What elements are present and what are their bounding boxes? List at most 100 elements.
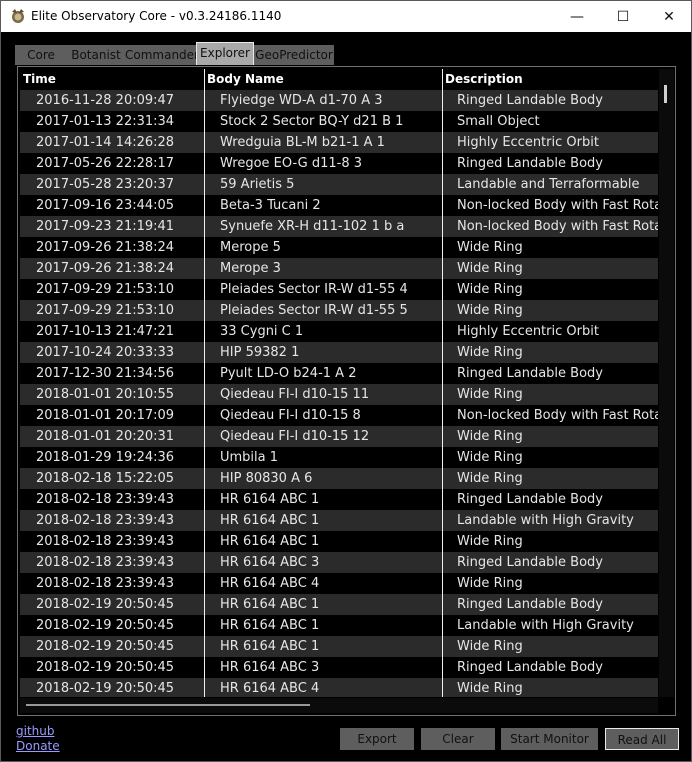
cell-description: Wide Ring (457, 681, 523, 696)
cell-description: Wide Ring (457, 240, 523, 255)
read-all-button[interactable]: Read All (605, 728, 679, 750)
table-row[interactable]: 2018-02-18 23:39:43 HR 6164 ABC 1 Ringed L… (20, 489, 658, 510)
table-row[interactable]: 2018-02-19 20:50:45 HR 6164 ABC 1 Wide Rin… (20, 636, 658, 657)
cell-time: 2018-02-19 20:50:45 (36, 639, 175, 654)
cell-body-name: Qiedeau FI-I d10-15 11 (220, 387, 370, 402)
tab-commander[interactable]: Commander (125, 45, 199, 65)
cell-description: Ringed Landable Body (457, 597, 603, 612)
tab-core[interactable]: Core (15, 45, 67, 65)
table-row[interactable]: 2018-02-19 20:50:45 HR 6164 ABC 1 Ringed L… (20, 594, 658, 615)
minimize-button[interactable]: — (554, 1, 600, 32)
cell-description: Highly Eccentric Orbit (457, 135, 599, 150)
column-header-time[interactable]: Time (20, 69, 204, 90)
column-header-body-name[interactable]: Body Name (204, 69, 442, 90)
cell-time: 2017-01-14 14:26:28 (36, 135, 175, 150)
minimize-icon: — (570, 8, 584, 25)
cell-body-name: HR 6164 ABC 1 (220, 534, 320, 549)
donate-link[interactable]: Donate (16, 739, 60, 753)
table-row[interactable]: 2017-05-26 22:28:17 Wregoe EO-G d11-8 3 Ri… (20, 153, 658, 174)
cell-description: Wide Ring (457, 303, 523, 318)
table-row[interactable]: 2018-01-01 20:10:55 Qiedeau FI-I d10-15 1… (20, 384, 658, 405)
tab-geopredictor[interactable]: GeoPredictor (254, 45, 334, 65)
table-row[interactable]: 2017-09-29 21:53:10 Pleiades Sector IR-W … (20, 279, 658, 300)
table-row[interactable]: 2018-01-01 20:20:31 Qiedeau FI-I d10-15 1… (20, 426, 658, 447)
cell-description: Ringed Landable Body (457, 555, 603, 570)
table-row[interactable]: 2017-01-14 14:26:28 Wredguia BL-M b21-1 A… (20, 132, 658, 153)
table-row[interactable]: 2017-12-30 21:34:56 Pyult LD-O b24-1 A 2 R… (20, 363, 658, 384)
cell-time: 2018-01-01 20:17:09 (36, 408, 175, 423)
column-divider (204, 69, 205, 697)
cell-body-name: Qiedeau FI-I d10-15 12 (220, 429, 370, 444)
cell-time: 2018-02-19 20:50:45 (36, 618, 175, 633)
table-row[interactable]: 2018-01-29 19:24:36 Umbila 1 Wide Ring (20, 447, 658, 468)
cell-description: Wide Ring (457, 639, 523, 654)
table-row[interactable]: 2017-09-16 23:44:05 Beta-3 Tucani 2 Non-lo… (20, 195, 658, 216)
cell-description: Landable and Terraformable (457, 177, 640, 192)
cell-time: 2017-05-26 22:28:17 (36, 156, 175, 171)
cell-body-name: HR 6164 ABC 1 (220, 618, 320, 633)
table-row[interactable]: 2016-11-28 20:09:47 Flyiedge WD-A d1-70 A… (20, 90, 658, 111)
findings-grid[interactable]: Time Body Name Description 2016-11-28 20… (20, 69, 658, 697)
table-row[interactable]: 2017-01-13 22:31:34 Stock 2 Sector BQ-Y d… (20, 111, 658, 132)
cell-time: 2017-09-23 21:19:41 (36, 219, 175, 234)
app-window: Elite Observatory Core - v0.3.24186.1140… (0, 0, 692, 762)
clear-button[interactable]: Clear (421, 728, 495, 750)
maximize-button[interactable]: ☐ (600, 1, 646, 32)
horizontal-scrollbar[interactable] (20, 698, 658, 713)
title-bar[interactable]: Elite Observatory Core - v0.3.24186.1140… (1, 1, 691, 32)
table-row[interactable]: 2018-02-18 23:39:43 HR 6164 ABC 1 Wide Rin… (20, 531, 658, 552)
table-row[interactable]: 2018-02-18 23:39:43 HR 6164 ABC 1 Landable… (20, 510, 658, 531)
table-row[interactable]: 2018-02-19 20:50:45 HR 6164 ABC 1 Landable… (20, 615, 658, 636)
cell-time: 2018-02-18 23:39:43 (36, 513, 175, 528)
cell-time: 2018-02-19 20:50:45 (36, 660, 175, 675)
cell-time: 2017-09-26 21:38:24 (36, 240, 175, 255)
maximize-icon: ☐ (616, 8, 630, 25)
cell-body-name: HR 6164 ABC 4 (220, 681, 320, 696)
horizontal-scroll-thumb[interactable] (26, 704, 310, 706)
start-monitor-button[interactable]: Start Monitor (501, 728, 598, 750)
cell-time: 2017-12-30 21:34:56 (36, 366, 175, 381)
cell-description: Non-locked Body with Fast Rotation (457, 198, 658, 213)
cell-time: 2017-09-16 23:44:05 (36, 198, 175, 213)
table-row[interactable]: 2018-01-01 20:17:09 Qiedeau FI-I d10-15 8… (20, 405, 658, 426)
github-link[interactable]: github (16, 724, 54, 738)
cell-time: 2018-01-29 19:24:36 (36, 450, 175, 465)
table-row[interactable]: 2017-09-26 21:38:24 Merope 3 Wide Ring (20, 258, 658, 279)
cell-time: 2017-10-24 20:33:33 (36, 345, 175, 360)
table-row[interactable]: 2018-02-18 15:22:05 HIP 80830 A 6 Wide Rin… (20, 468, 658, 489)
window-title: Elite Observatory Core - v0.3.24186.1140 (31, 9, 282, 23)
cell-body-name: Pyult LD-O b24-1 A 2 (220, 366, 357, 381)
cell-body-name: Pleiades Sector IR-W d1-55 4 (220, 282, 408, 297)
cell-description: Wide Ring (457, 345, 523, 360)
close-button[interactable]: ✕ (646, 1, 691, 32)
cell-description: Wide Ring (457, 429, 523, 444)
vertical-scroll-thumb[interactable] (664, 85, 667, 103)
cell-time: 2018-02-18 23:39:43 (36, 576, 175, 591)
cell-body-name: Merope 5 (220, 240, 281, 255)
table-row[interactable]: 2017-10-13 21:47:21 33 Cygni C 1 Highly Ec… (20, 321, 658, 342)
table-row[interactable]: 2017-09-23 21:19:41 Synuefe XR-H d11-102 … (20, 216, 658, 237)
tab-botanist[interactable]: Botanist (67, 45, 125, 65)
cell-body-name: HIP 80830 A 6 (220, 471, 313, 486)
table-row[interactable]: 2017-09-29 21:53:10 Pleiades Sector IR-W … (20, 300, 658, 321)
table-row[interactable]: 2017-10-24 20:33:33 HIP 59382 1 Wide Ring (20, 342, 658, 363)
cell-body-name: Qiedeau FI-I d10-15 8 (220, 408, 361, 423)
column-divider (442, 69, 443, 697)
vertical-scrollbar[interactable] (659, 69, 674, 697)
table-row[interactable]: 2018-02-19 20:50:45 HR 6164 ABC 4 Wide Rin… (20, 678, 658, 697)
cell-time: 2018-01-01 20:10:55 (36, 387, 175, 402)
cell-body-name: Pleiades Sector IR-W d1-55 5 (220, 303, 408, 318)
table-row[interactable]: 2017-09-26 21:38:24 Merope 5 Wide Ring (20, 237, 658, 258)
cell-description: Ringed Landable Body (457, 156, 603, 171)
table-row[interactable]: 2018-02-18 23:39:43 HR 6164 ABC 3 Ringed L… (20, 552, 658, 573)
export-button[interactable]: Export (340, 728, 414, 750)
cell-description: Landable with High Gravity (457, 513, 634, 528)
table-row[interactable]: 2018-02-18 23:39:43 HR 6164 ABC 4 Wide Rin… (20, 573, 658, 594)
close-icon: ✕ (663, 8, 675, 25)
cell-description: Ringed Landable Body (457, 366, 603, 381)
cell-description: Ringed Landable Body (457, 660, 603, 675)
table-row[interactable]: 2017-05-28 23:20:37 59 Arietis 5 Landable … (20, 174, 658, 195)
table-row[interactable]: 2018-02-19 20:50:45 HR 6164 ABC 3 Ringed L… (20, 657, 658, 678)
column-header-description[interactable]: Description (442, 69, 658, 90)
tab-explorer[interactable]: Explorer (196, 42, 254, 65)
